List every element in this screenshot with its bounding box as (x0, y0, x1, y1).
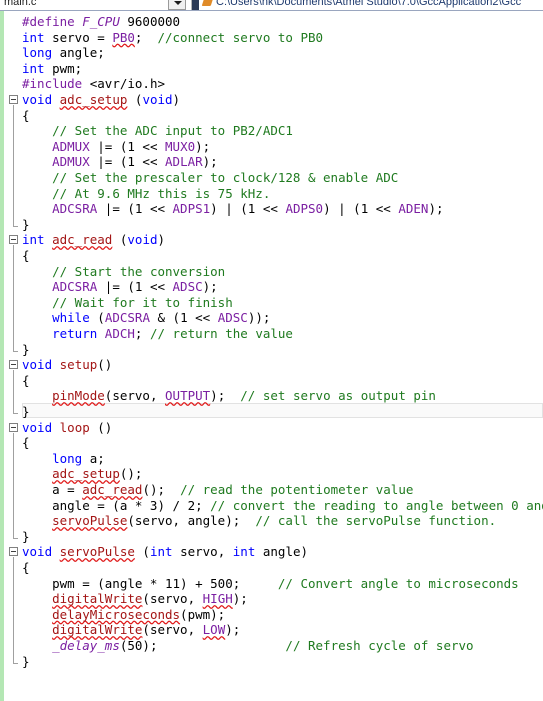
code-line[interactable]: a = adc_read(); // read the potentiomete… (22, 482, 413, 497)
fold-toggle-icon[interactable] (9, 95, 18, 104)
code-line[interactable]: pinMode(servo, OUTPUT); // set servo as … (22, 388, 436, 403)
fold-guide-foot (13, 662, 18, 664)
code-line[interactable]: void servoPulse (int servo, int angle) (22, 544, 308, 559)
fold-toggle-icon[interactable] (9, 547, 18, 557)
code-line[interactable]: { (22, 248, 30, 263)
fold-guide-foot (13, 225, 18, 227)
code-line[interactable]: pwm = (angle * 11) + 500; // Convert ang… (22, 576, 519, 591)
code-line[interactable]: } (22, 342, 30, 357)
code-line[interactable]: { (22, 108, 30, 123)
file-c-icon (201, 0, 214, 6)
fold-guide-line (13, 245, 14, 351)
fold-guide-line (13, 370, 14, 413)
chevron-down-glyph (174, 1, 182, 5)
code-line[interactable]: // Start the conversion (22, 264, 225, 279)
code-line[interactable]: { (22, 560, 30, 575)
code-line[interactable]: void adc_setup (void) (22, 92, 180, 107)
code-line[interactable]: void setup() (22, 357, 112, 372)
code-line[interactable]: // At 9.6 MHz this is 75 kHz. (22, 186, 270, 201)
current-line-highlight (22, 403, 543, 418)
fold-guide-line (13, 432, 14, 538)
code-line[interactable]: } (22, 404, 30, 419)
code-line[interactable]: } (22, 529, 30, 544)
code-line[interactable]: adc_setup(); (22, 466, 142, 481)
code-line[interactable]: long a; (22, 451, 105, 466)
code-line[interactable]: #define F_CPU 9600000 (22, 14, 180, 29)
code-line[interactable]: while (ADCSRA & (1 << ADSC)); (22, 310, 270, 325)
code-editor[interactable]: #define F_CPU 9600000 int servo = PB0; //… (0, 11, 543, 701)
fold-toggle-icon[interactable] (9, 235, 18, 245)
code-line[interactable]: ADMUX |= (1 << MUX0); (22, 139, 210, 154)
code-line[interactable]: int servo = PB0; //connect servo to PB0 (22, 30, 323, 45)
code-line[interactable]: // Set the ADC input to PB2/ADC1 (22, 123, 293, 138)
code-line[interactable]: digitalWrite(servo, HIGH); (22, 591, 248, 606)
code-line[interactable]: // Wait for it to finish (22, 295, 233, 310)
code-line[interactable]: return ADCH; // return the value (22, 326, 293, 341)
fold-guide-foot (13, 413, 18, 414)
code-line[interactable]: servoPulse(servo, angle); // call the se… (22, 513, 496, 528)
code-line[interactable]: #include <avr/io.h> (22, 76, 165, 91)
code-line[interactable]: delayMicroseconds(pwm); (22, 607, 225, 622)
code-line[interactable]: { (22, 373, 30, 388)
code-line[interactable]: ADMUX |= (1 << ADLAR); (22, 154, 218, 169)
fold-guide-foot (13, 350, 18, 352)
editor-tab-bar: main.c C:\Users\hk\Documents\Atmel Studi… (0, 0, 543, 11)
fold-guide-line (13, 557, 14, 663)
code-line[interactable]: } (22, 217, 30, 232)
tab-main-c-label: main.c (4, 0, 37, 8)
code-line[interactable]: } (22, 654, 30, 669)
code-line[interactable]: void loop () (22, 420, 112, 435)
code-line[interactable]: int adc_read (void) (22, 232, 165, 247)
code-line[interactable]: angle = (a * 3) / 2; // convert the read… (22, 498, 543, 513)
fold-guide-line (13, 105, 14, 226)
chevron-down-icon[interactable] (168, 0, 186, 10)
code-line[interactable]: // Set the prescaler to clock/128 & enab… (22, 170, 398, 185)
code-line[interactable]: ADCSRA |= (1 << ADSC); (22, 279, 218, 294)
fold-toggle-icon[interactable] (9, 422, 18, 432)
code-line[interactable]: digitalWrite(servo, LOW); (22, 622, 240, 637)
code-line[interactable]: ADCSRA |= (1 << ADPS1) | (1 << ADPS0) | … (22, 201, 443, 216)
code-line[interactable]: long angle; (22, 45, 105, 60)
fold-toggle-icon[interactable] (9, 360, 18, 370)
fold-guide-foot (13, 537, 18, 539)
code-line[interactable]: { (22, 435, 30, 450)
code-line[interactable]: int pwm; (22, 61, 82, 76)
code-line[interactable]: _delay_ms(50); // Refresh cycle of servo (22, 638, 473, 653)
fold-gutter[interactable] (4, 11, 22, 701)
